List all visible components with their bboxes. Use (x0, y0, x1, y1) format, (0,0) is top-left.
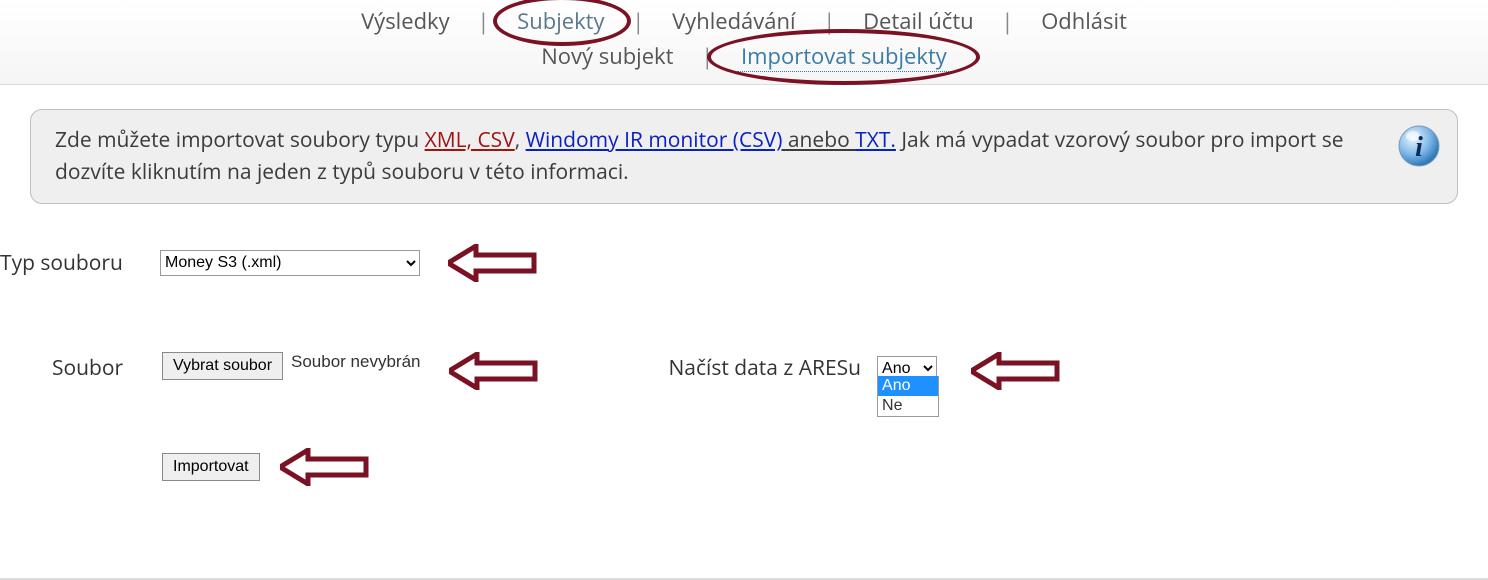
typ-souboru-select[interactable]: Money S3 (.xml) (160, 250, 420, 276)
nav-subjekty-label: Subjekty (517, 6, 604, 36)
nav-odhlasit[interactable]: Odhlásit (1037, 6, 1131, 36)
info-comma: , (515, 126, 526, 154)
ares-open-dropdown: Ano Ne (877, 376, 939, 417)
nav-separator: | (683, 41, 731, 71)
nav-separator: | (459, 6, 507, 36)
link-txt[interactable]: TXT. (855, 126, 896, 154)
nav-subjekty[interactable]: Subjekty (513, 6, 614, 36)
secondary-nav: Nový subjekt | Importovat subjekty (0, 41, 1488, 84)
nav-detail-uctu[interactable]: Detail účtu (859, 6, 978, 36)
ares-label: Načíst data z ARESu (639, 352, 862, 382)
ares-option-ne[interactable]: Ne (878, 396, 938, 416)
top-navigation: Výsledky | Subjekty | Vyhledávání | Deta… (0, 0, 1488, 85)
info-text-1: Zde můžete importovat soubory typu (55, 126, 425, 154)
ares-select-block: Ano Ano Ne (877, 352, 937, 381)
link-xml-csv[interactable]: XML, CSV (425, 126, 515, 154)
link-windomy[interactable]: Windomy IR monitor (CSV) (526, 126, 783, 154)
arrow-left-icon (971, 352, 1061, 390)
typ-souboru-label: Typ souboru (0, 249, 160, 277)
arrow-left-icon (280, 448, 370, 486)
ares-option-ano[interactable]: Ano (878, 376, 938, 396)
nav-vysledky[interactable]: Výsledky (357, 6, 454, 36)
subnav-novy-subjekt[interactable]: Nový subjekt (537, 41, 677, 71)
nav-separator: | (805, 6, 853, 36)
import-button[interactable]: Importovat (162, 453, 260, 481)
nav-vyhledavani[interactable]: Vyhledávání (668, 6, 799, 36)
svg-text:i: i (1415, 132, 1423, 163)
row-soubor-ares: Soubor Vybrat soubor Soubor nevybrán Nač… (0, 352, 1488, 412)
subnav-import-label: Importovat subjekty (741, 41, 947, 71)
nav-separator: | (983, 6, 1031, 36)
row-typ-souboru: Typ souboru Money S3 (.xml) (0, 244, 1488, 304)
import-form: Typ souboru Money S3 (.xml) Soubor Vybra… (0, 204, 1488, 508)
primary-nav: Výsledky | Subjekty | Vyhledávání | Deta… (0, 0, 1488, 41)
row-import: Importovat (0, 448, 1488, 508)
info-icon: i (1397, 124, 1441, 168)
arrow-left-icon (449, 352, 539, 390)
choose-file-button[interactable]: Vybrat soubor (162, 352, 283, 380)
arrow-left-icon (448, 244, 538, 282)
info-panel: Zde můžete importovat soubory typu XML, … (30, 109, 1458, 204)
info-anebo: anebo (782, 126, 855, 154)
nav-separator: | (614, 6, 662, 36)
file-status-text: Soubor nevybrán (283, 352, 420, 372)
soubor-label: Soubor (0, 352, 162, 382)
subnav-importovat-subjekty[interactable]: Importovat subjekty (737, 41, 951, 72)
